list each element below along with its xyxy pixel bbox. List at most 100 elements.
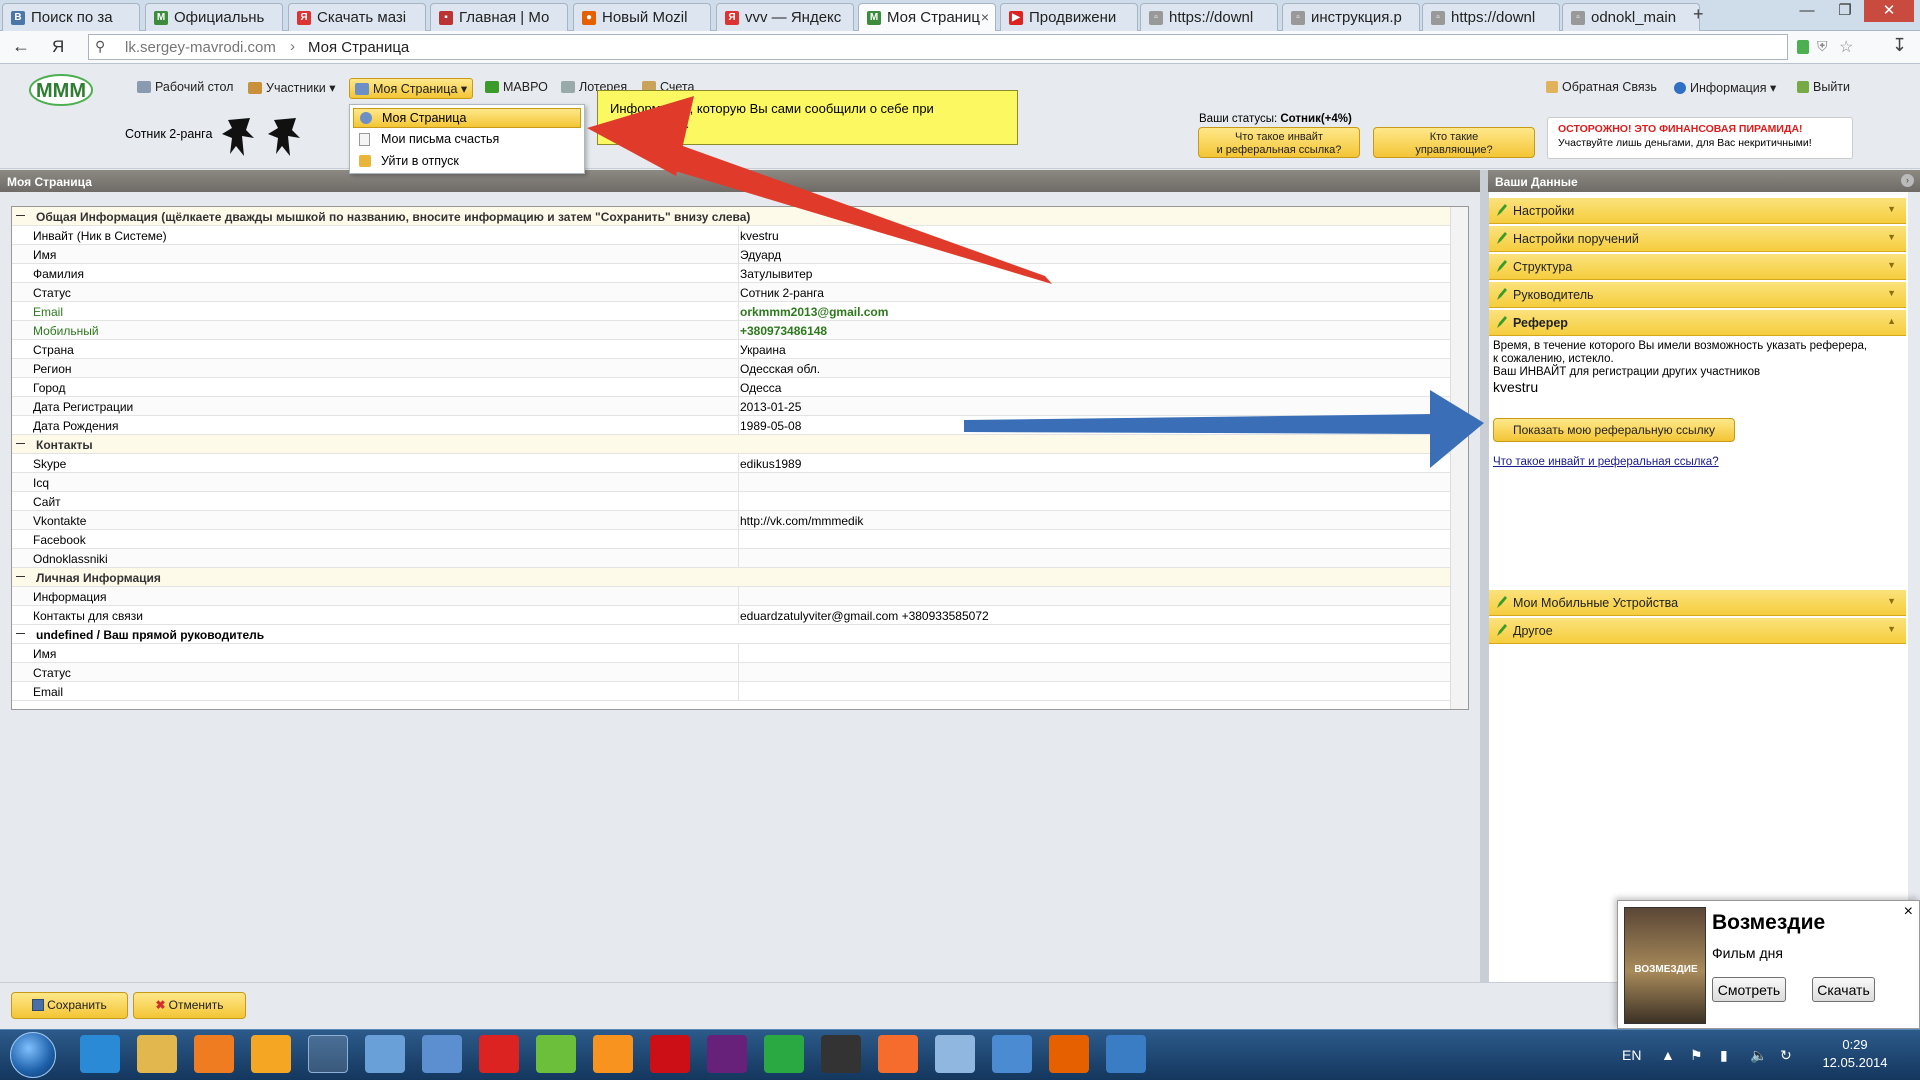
table-row[interactable]: Контакты для связи eduardzatulyviter@gmai… [12, 606, 1450, 625]
menu-desktop[interactable]: Рабочий стол [137, 80, 233, 94]
minimize-button[interactable]: — [1788, 0, 1826, 22]
table-row[interactable]: Статус [12, 663, 1450, 682]
cancel-button[interactable]: ✖ Отменить [133, 992, 246, 1019]
save-button[interactable]: Сохранить [11, 992, 128, 1019]
accordion-section[interactable]: Структура ▼ [1489, 254, 1906, 280]
table-row[interactable]: Facebook [12, 530, 1450, 549]
yandex-browser-icon[interactable] [308, 1035, 348, 1073]
show-referral-link-button[interactable]: Показать мою реферальную ссылку [1493, 418, 1735, 442]
table-row[interactable]: Страна Украина [12, 340, 1450, 359]
mmm-logo[interactable]: MMM [28, 72, 94, 108]
accordion-section[interactable]: Другое ▼ [1489, 618, 1906, 644]
field-value[interactable]: Эдуард [740, 248, 781, 262]
browser-tab[interactable]: Я Скачать мазі [288, 3, 426, 31]
close-tab-icon[interactable]: × [981, 9, 989, 25]
origin-icon[interactable] [878, 1035, 918, 1073]
collapse-minus-icon[interactable] [16, 443, 25, 444]
start-button[interactable] [10, 1032, 56, 1078]
table-row[interactable]: Имя [12, 644, 1450, 663]
table-row[interactable]: Информация [12, 587, 1450, 606]
field-value[interactable]: edikus1989 [740, 457, 801, 471]
browser-tab[interactable]: В Поиск по за [2, 3, 140, 31]
browser-tab[interactable]: ▫ https://downl [1422, 3, 1560, 31]
media-player-icon[interactable] [194, 1035, 234, 1073]
clock[interactable]: 0:29 12.05.2014 [1810, 1036, 1900, 1072]
download-button[interactable]: Скачать [1812, 977, 1875, 1002]
new-tab-button[interactable]: + [1693, 4, 1704, 25]
collapse-minus-icon[interactable] [16, 576, 25, 577]
table-row[interactable]: Дата Рождения 1989-05-08 [12, 416, 1450, 435]
dropdown-item-my-page[interactable]: Моя Страница [353, 108, 581, 128]
accordion-section[interactable]: Мои Мобильные Устройства ▼ [1489, 590, 1906, 616]
table-row[interactable]: Имя Эдуард [12, 245, 1450, 264]
browser-tab[interactable]: Яvvv — Яндекс [716, 3, 854, 31]
table-row[interactable]: Skype edikus1989 [12, 454, 1450, 473]
field-value[interactable]: eduardzatulyviter@gmail.com +38093358507… [740, 609, 989, 623]
opera-icon[interactable] [650, 1035, 690, 1073]
popup-close-icon[interactable]: × [1904, 903, 1913, 921]
menu-users[interactable]: Участники ▾ [248, 80, 335, 95]
terminal-icon[interactable] [821, 1035, 861, 1073]
browser-tab[interactable]: ▶ Продвижени [1000, 3, 1138, 31]
accordion-section[interactable]: Руководитель ▼ [1489, 282, 1906, 308]
yandex-logo-icon[interactable]: Я [52, 37, 64, 57]
browser-tab[interactable]: ▫ https://downl [1140, 3, 1278, 31]
menu-info[interactable]: Информация ▾ [1674, 80, 1776, 95]
address-bar[interactable]: ⚲ lk.sergey-mavrodi.com › Моя Страница ⛨… [88, 34, 1853, 60]
remote-desktop-icon[interactable] [1106, 1035, 1146, 1073]
movie-poster[interactable]: ВОЗМЕЗДИЕ [1624, 907, 1706, 1024]
table-row[interactable]: Email [12, 682, 1450, 701]
notes-icon[interactable] [935, 1035, 975, 1073]
menu-user[interactable]: Моя Страница ▾ [349, 78, 474, 99]
browser-tab[interactable]: ▪ Главная | Мо [430, 3, 568, 31]
menu-exit[interactable]: Выйти [1797, 80, 1850, 94]
panel-splitter[interactable] [1480, 170, 1488, 982]
tray-arrow-icon[interactable]: ▲ [1661, 1047, 1675, 1063]
table-row[interactable]: Icq [12, 473, 1450, 492]
field-value[interactable]: kvestru [740, 229, 779, 243]
ie-icon[interactable] [80, 1035, 120, 1073]
grid-scrollbar[interactable] [1450, 207, 1468, 709]
field-value[interactable]: 2013-01-25 [740, 400, 801, 414]
table-row[interactable]: Email orkmmm2013@gmail.com [12, 302, 1450, 321]
section-referer[interactable]: Реферер ▲ [1489, 310, 1906, 336]
table-row[interactable]: Инвайт (Ник в Системе) kvestru [12, 226, 1450, 245]
table-row[interactable]: Дата Регистрации 2013-01-25 [12, 397, 1450, 416]
sync-icon[interactable]: ↻ [1780, 1047, 1792, 1064]
group-header[interactable]: Личная Информация [12, 568, 1450, 587]
table-row[interactable]: Регион Одесская обл. [12, 359, 1450, 378]
volume-icon[interactable]: 🔈 [1750, 1047, 1767, 1064]
close-window-button[interactable]: ✕ [1864, 0, 1914, 22]
mail-icon[interactable] [422, 1035, 462, 1073]
field-value[interactable]: 1989-05-08 [740, 419, 801, 433]
managers-question-button[interactable]: Кто такие управляющие? [1373, 127, 1535, 158]
group-header[interactable]: undefined / Ваш прямой руководитель [12, 625, 1450, 644]
browser-tab[interactable]: ● Новый Mozil [573, 3, 711, 31]
browser-tab[interactable]: ▫ инструкция.р [1282, 3, 1420, 31]
watch-button[interactable]: Смотреть [1712, 977, 1786, 1002]
download-icon[interactable]: ↧ [1892, 35, 1907, 56]
invite-question-button[interactable]: Что такое инвайт и реферальная ссылка? [1198, 127, 1360, 158]
table-row[interactable]: Odnoklassniki [12, 549, 1450, 568]
flag-icon[interactable]: ⚑ [1690, 1047, 1703, 1064]
table-row[interactable]: Vkontakte http://vk.com/mmmedik [12, 511, 1450, 530]
group-header[interactable]: Контакты [12, 435, 1450, 454]
language-indicator[interactable]: EN [1622, 1047, 1641, 1063]
field-value[interactable]: Одесса [740, 381, 781, 395]
browser-tab[interactable]: M Официальнь [145, 3, 283, 31]
collapse-minus-icon[interactable] [16, 215, 25, 216]
photo-viewer-icon[interactable] [992, 1035, 1032, 1073]
network-icon[interactable]: ▮ [1720, 1047, 1728, 1064]
table-row[interactable]: Город Одесса [12, 378, 1450, 397]
field-value[interactable]: Сотник 2-ранга [740, 286, 824, 300]
firefox-icon[interactable] [1049, 1035, 1089, 1073]
odnoklassniki-icon[interactable] [593, 1035, 633, 1073]
table-row[interactable]: Мобильный +380973486148 [12, 321, 1450, 340]
accordion-section[interactable]: Настройки поручений ▼ [1489, 226, 1906, 252]
explorer-icon[interactable] [137, 1035, 177, 1073]
collapse-icon[interactable]: › [1901, 174, 1914, 187]
field-value[interactable]: http://vk.com/mmmedik [740, 514, 863, 528]
browser-tab[interactable]: ▫ odnokl_main [1562, 3, 1700, 31]
table-row[interactable]: Статус Сотник 2-ранга [12, 283, 1450, 302]
dropdown-item-vacation[interactable]: Уйти в отпуск [353, 152, 581, 172]
